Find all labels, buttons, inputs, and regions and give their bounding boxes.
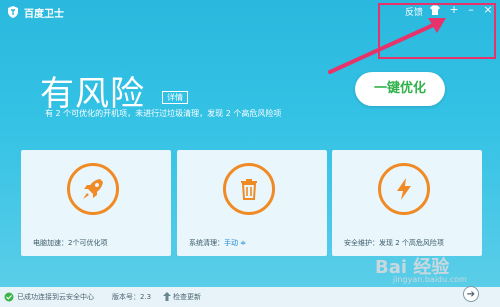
annotation-highlight-box <box>378 3 496 59</box>
one-click-optimize-button[interactable]: 一键优化 <box>355 72 445 106</box>
shield-logo-icon <box>8 6 18 18</box>
speedup-label: 电脑加速：2个可优化项 <box>33 239 108 247</box>
cleanup-label-prefix: 系统清理： <box>189 239 224 247</box>
cleanup-card[interactable]: 系统清理：手动 ≑ <box>177 150 327 256</box>
cleanup-mode-dropdown[interactable]: 手动 ≑ <box>224 239 246 247</box>
app-title: 百度卫士 <box>24 9 64 20</box>
watermark-url: jingyan.baidu.com <box>393 275 467 284</box>
main-window: 百度卫士 反馈 + – × 有风险 详情 有 2 个可优化的开机项，未进行过垃圾… <box>0 0 500 307</box>
version-text: 版本号：2.3 <box>112 293 152 301</box>
cleanup-label: 系统清理：手动 ≑ <box>189 238 246 248</box>
security-card[interactable]: 安全维护：发现 2 个高危风险项 <box>332 150 482 256</box>
cleanup-circle <box>223 163 275 215</box>
arrow-up-icon <box>163 292 171 301</box>
cloud-status-text: 已成功连接到云安全中心 <box>17 293 94 301</box>
security-circle <box>378 163 430 215</box>
detail-link[interactable]: 详情 <box>162 91 188 104</box>
lightning-icon <box>397 178 411 200</box>
security-label: 安全维护：发现 2 个高危风险项 <box>344 239 444 247</box>
check-circle-icon <box>4 292 14 302</box>
trash-icon <box>241 179 257 200</box>
rocket-icon <box>83 179 103 199</box>
speedup-circle <box>67 163 119 215</box>
next-arrow-icon[interactable]: ➔ <box>463 286 479 302</box>
speedup-card[interactable]: 电脑加速：2个可优化项 <box>21 150 171 256</box>
scan-summary: 有 2 个可优化的开机项，未进行过垃圾清理，发现 2 个高危风险项 <box>45 109 282 118</box>
check-update-link[interactable]: 检查更新 <box>173 292 201 302</box>
